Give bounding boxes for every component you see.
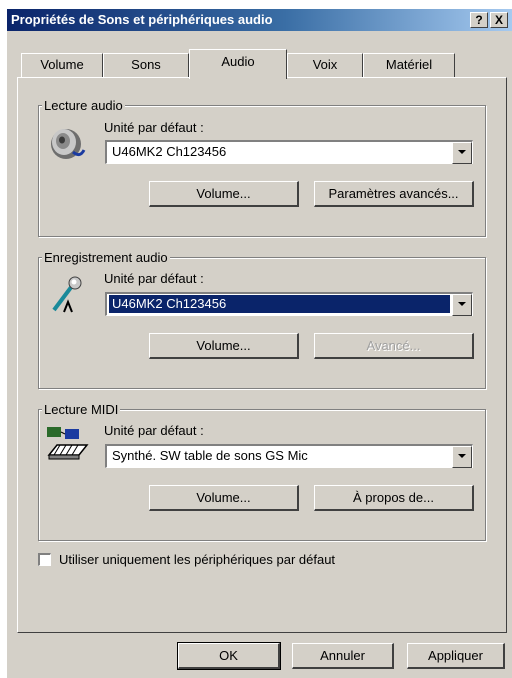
tab-volume[interactable]: Volume	[21, 53, 103, 77]
midi-playback-device-select[interactable]: Synthé. SW table de sons GS Mic	[105, 444, 473, 468]
midi-playback-volume-button[interactable]: Volume...	[149, 485, 299, 511]
sound-properties-window: Propriétés de Sons et périphériques audi…	[6, 8, 512, 678]
audio-playback-advanced-button[interactable]: Paramètres avancés...	[314, 181, 474, 207]
close-button[interactable]: X	[490, 12, 508, 28]
speaker-icon	[46, 122, 86, 162]
audio-playback-title: Lecture audio	[42, 98, 125, 113]
audio-recording-device-select[interactable]: U46MK2 Ch123456	[105, 292, 473, 316]
audio-playback-label: Unité par défaut :	[104, 120, 204, 135]
midi-playback-label: Unité par défaut :	[104, 423, 204, 438]
midi-keyboard-icon	[45, 425, 89, 465]
midi-playback-title: Lecture MIDI	[42, 402, 121, 417]
window-title: Propriétés de Sons et périphériques audi…	[11, 12, 273, 27]
audio-recording-device-value: U46MK2 Ch123456	[109, 295, 450, 313]
default-only-checkbox[interactable]	[38, 553, 51, 566]
audio-recording-title: Enregistrement audio	[42, 250, 170, 265]
chevron-down-icon[interactable]	[452, 446, 472, 468]
default-only-label[interactable]: Utiliser uniquement les périphériques pa…	[59, 552, 335, 567]
tab-hardware[interactable]: Matériel	[363, 53, 455, 77]
audio-playback-volume-button[interactable]: Volume...	[149, 181, 299, 207]
tab-sounds[interactable]: Sons	[103, 53, 189, 77]
tab-audio[interactable]: Audio	[189, 49, 287, 79]
audio-recording-label: Unité par défaut :	[104, 271, 204, 286]
midi-playback-device-value: Synthé. SW table de sons GS Mic	[112, 448, 308, 463]
audio-playback-device-select[interactable]: U46MK2 Ch123456	[105, 140, 473, 164]
title-bar[interactable]: Propriétés de Sons et périphériques audi…	[7, 9, 512, 31]
microphone-icon	[46, 274, 86, 314]
chevron-down-icon[interactable]	[452, 142, 472, 164]
apply-button[interactable]: Appliquer	[407, 643, 505, 669]
cancel-button[interactable]: Annuler	[292, 643, 394, 669]
audio-recording-advanced-button: Avancé...	[314, 333, 474, 359]
help-button[interactable]: ?	[470, 12, 488, 28]
tab-voice[interactable]: Voix	[287, 53, 363, 77]
audio-playback-device-value: U46MK2 Ch123456	[112, 144, 227, 159]
midi-playback-about-button[interactable]: À propos de...	[314, 485, 474, 511]
ok-button[interactable]: OK	[177, 642, 281, 670]
audio-recording-volume-button[interactable]: Volume...	[149, 333, 299, 359]
chevron-down-icon[interactable]	[452, 294, 472, 316]
audio-tab-panel: Lecture audio Unité par défaut : U46MK2 …	[17, 77, 507, 633]
